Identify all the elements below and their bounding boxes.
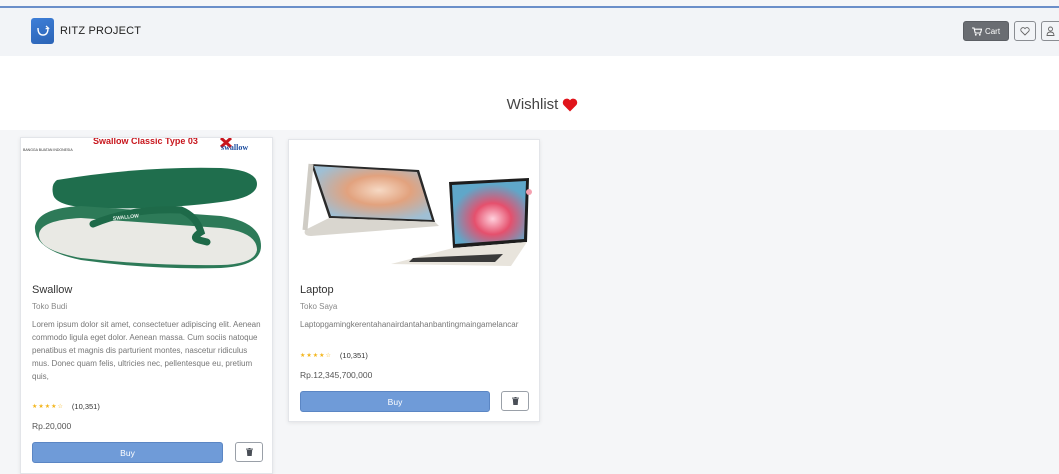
- product-rating: ★★★★☆ (10,351): [300, 351, 368, 360]
- product-rating: ★★★★☆ (10,351): [32, 402, 100, 411]
- product-image-laptop[interactable]: [289, 140, 539, 274]
- brand-logo-icon: [31, 18, 54, 44]
- wishlist-button[interactable]: [1014, 21, 1036, 41]
- product-image-swallow[interactable]: Swallow Classic Type 03 BANGGA BUATAN IN…: [21, 138, 272, 278]
- rating-count: (10,351): [71, 402, 100, 411]
- image-brand-text: swallow: [221, 143, 248, 152]
- image-tag-text: BANGGA BUATAN INDONESIA: [23, 148, 73, 152]
- delete-button[interactable]: [501, 391, 529, 411]
- product-name[interactable]: Laptop: [300, 284, 334, 296]
- product-description: Laptopgamingkerentahanairdantahanbanting…: [300, 320, 519, 329]
- product-description: Lorem ipsum dolor sit amet, consectetuer…: [32, 320, 261, 381]
- image-banner-text: Swallow Classic Type 03: [93, 138, 198, 146]
- product-shop[interactable]: Toko Saya: [300, 302, 337, 311]
- navbar: RITZ PROJECT Cart: [0, 8, 1059, 56]
- buy-label: Buy: [120, 447, 135, 458]
- buy-button[interactable]: Buy: [300, 391, 490, 412]
- rating-count: (10,351): [339, 351, 368, 360]
- product-price: Rp.20,000: [32, 421, 72, 431]
- product-price: Rp.12,345,700,000: [300, 370, 373, 380]
- trash-icon: [511, 397, 519, 405]
- page-header-area: [0, 56, 1059, 130]
- trash-icon: [245, 448, 253, 456]
- account-button[interactable]: [1041, 21, 1059, 41]
- star-rating-icon: ★★★★☆: [300, 353, 332, 359]
- product-shop[interactable]: Toko Budi: [32, 302, 67, 311]
- heart-icon: [563, 98, 578, 111]
- brand-name: RITZ PROJECT: [60, 25, 142, 37]
- product-card-swallow[interactable]: Swallow Classic Type 03 BANGGA BUATAN IN…: [20, 137, 273, 474]
- nav-actions: Cart: [963, 21, 1059, 41]
- cart-icon: [971, 26, 982, 36]
- buy-button[interactable]: Buy: [32, 442, 223, 463]
- heart-outline-icon: [1020, 26, 1030, 36]
- product-name[interactable]: Swallow: [32, 284, 72, 296]
- brand[interactable]: RITZ PROJECT: [31, 18, 141, 44]
- user-icon: [1046, 26, 1055, 36]
- buy-label: Buy: [387, 396, 403, 407]
- cart-label: Cart: [984, 26, 1001, 36]
- star-rating-icon: ★★★★☆: [32, 404, 64, 410]
- page-title: Wishlist: [0, 96, 1059, 113]
- page-title-text: Wishlist: [506, 96, 559, 113]
- cart-button[interactable]: Cart: [963, 21, 1009, 41]
- product-card-laptop[interactable]: Laptop Toko Saya Laptopgamingkerentahana…: [288, 139, 540, 422]
- delete-button[interactable]: [235, 442, 263, 462]
